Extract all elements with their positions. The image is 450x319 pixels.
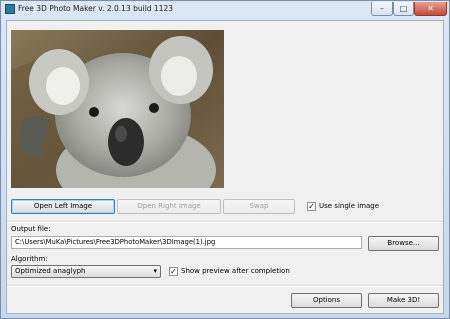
divider [7,285,443,287]
divider [7,221,443,223]
output-file-label: Output file: [11,225,51,233]
close-button[interactable]: ✕ [414,2,447,16]
algorithm-select[interactable]: Optimized anaglyph ▾ [11,265,161,278]
algorithm-label: Algorithm: [11,255,48,263]
maximize-button[interactable]: □ [393,2,414,16]
open-left-image-button[interactable]: Open Left Image [11,199,115,214]
show-preview-checkbox[interactable]: ✓ [169,267,178,276]
browse-button[interactable]: Browse... [368,236,439,251]
show-preview-label: Show preview after completion [181,267,290,275]
window-title: Free 3D Photo Maker v. 2.0.13 build 1123 [18,4,174,13]
koala-photo-icon [11,30,224,188]
use-single-image-label: Use single image [319,202,380,210]
open-right-image-button[interactable]: Open Right Image [117,199,221,214]
output-file-input[interactable]: C:\Users\MuKa\Pictures\Free3DPhotoMaker\… [11,236,362,249]
app-window: Free 3D Photo Maker v. 2.0.13 build 1123… [0,0,450,319]
chevron-down-icon: ▾ [153,267,157,275]
options-button[interactable]: Options [291,293,362,308]
swap-button[interactable]: Swap [223,199,295,214]
use-single-image-checkbox[interactable]: ✓ [307,202,316,211]
title-bar[interactable]: Free 3D Photo Maker v. 2.0.13 build 1123… [1,1,449,18]
main-panel: Open Left Image Open Right Image Swap ✓ … [6,20,444,314]
make-3d-button[interactable]: Make 3D! [368,293,439,308]
minimize-button[interactable]: – [371,2,393,16]
algorithm-selected-value: Optimized anaglyph [15,267,86,275]
app-icon [5,4,15,14]
image-preview [11,30,224,188]
